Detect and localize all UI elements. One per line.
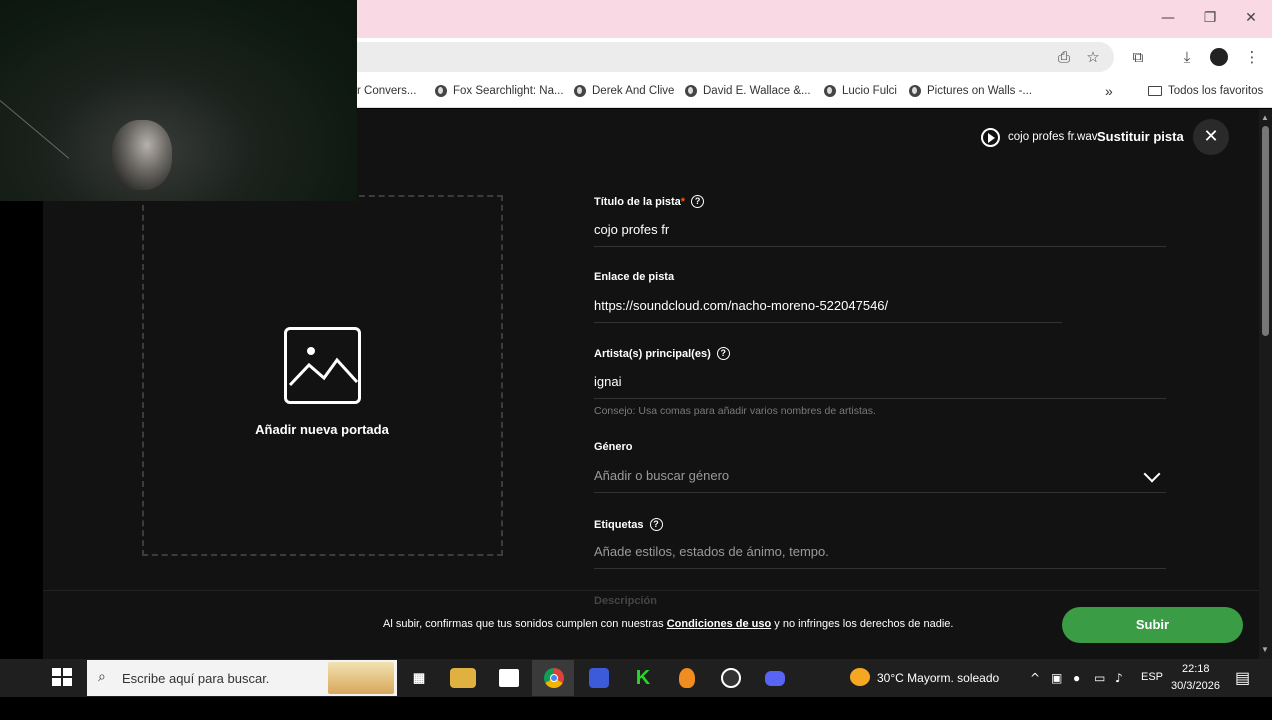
restore-button[interactable]: ❐ [1198,8,1222,28]
tags-input[interactable]: Añade estilos, estados de ánimo, tempo. [594,544,829,559]
bookmark-item[interactable]: Derek And Clive [574,83,674,99]
genre-select[interactable]: Añadir o buscar género [594,468,729,483]
scroll-up-icon[interactable]: ▲ [1261,113,1269,122]
artists-hint: Consejo: Usa comas para añadir varios no… [594,405,876,417]
browser-menu-icon[interactable]: ⋮ [1241,46,1263,68]
volume-icon[interactable]: ♪ [1115,671,1123,685]
weather-icon[interactable] [850,668,870,686]
network-icon[interactable]: ▭ [1094,671,1105,685]
windows-start-icon[interactable] [52,668,74,688]
folder-icon [1148,86,1162,96]
scrollbar-thumb[interactable] [1262,126,1269,336]
genre-label: Género [594,441,633,453]
install-app-icon[interactable]: ⎙ [1053,46,1075,68]
microphone-icon[interactable]: ● [1073,671,1080,685]
add-cover-label[interactable]: Añadir nueva portada [200,422,444,437]
globe-icon [574,85,586,97]
all-bookmarks-folder[interactable]: Todos los favoritos [1148,83,1263,99]
bookmark-item[interactable]: Fox Searchlight: Na... [435,83,564,99]
bookmark-item[interactable]: Pictures on Walls -... [909,83,1032,99]
bookmark-item[interactable]: David E. Wallace &... [685,83,811,99]
meet-icon[interactable]: ▣ [1051,671,1062,685]
clock-date[interactable]: 30/3/2026 [1171,680,1220,692]
tags-label: Etiquetas ? [594,518,663,531]
language-indicator[interactable]: ESP [1141,671,1163,683]
play-icon[interactable] [981,128,1000,147]
replace-track-button[interactable]: Sustituir pista [1097,129,1184,144]
weather-text[interactable]: 30°C Mayorm. soleado [877,671,999,685]
file-explorer-icon[interactable] [450,668,476,688]
bookmark-item[interactable]: r Convers... [357,83,416,99]
help-icon[interactable]: ? [716,347,730,360]
fl-studio-icon[interactable] [672,664,702,692]
globe-icon [909,85,921,97]
profile-avatar[interactable] [1208,46,1230,68]
tags-underline [594,568,1166,569]
terms-text: Al subir, confirmas que tus sonidos cump… [383,618,954,630]
terms-link[interactable]: Condiciones de uso [667,618,772,630]
title-underline [594,246,1166,247]
close-icon[interactable]: ✕ [1193,119,1229,155]
webcam-overlay [0,0,357,201]
obs-icon[interactable] [716,664,746,692]
kick-icon[interactable]: K [628,664,658,692]
chrome-icon[interactable] [539,664,569,692]
address-bar[interactable] [340,42,1114,72]
help-icon[interactable]: ? [691,195,705,208]
screen-bottom-edge [0,697,1272,720]
artists-input[interactable]: ignai [594,374,621,389]
discord-icon[interactable] [760,664,790,692]
app-icon-blue[interactable] [584,664,614,692]
bookmark-star-icon[interactable]: ☆ [1082,46,1104,68]
scroll-down-icon[interactable]: ▼ [1261,645,1269,654]
notifications-icon[interactable]: ▤ [1235,668,1250,688]
clock-time[interactable]: 22:18 [1182,663,1210,675]
track-file-name: cojo profes fr.wav [1008,131,1098,143]
close-window-button[interactable]: ✕ [1239,8,1263,28]
title-input[interactable]: cojo profes fr [594,222,669,237]
search-highlight-image[interactable] [328,662,394,694]
upload-button[interactable]: Subir [1062,607,1243,643]
bookmark-item[interactable]: Lucio Fulci [824,83,897,99]
help-icon[interactable]: ? [649,518,663,531]
title-label: Título de la pista* ? [594,195,705,208]
track-link-input[interactable]: https://soundcloud.com/nacho-moreno-5220… [594,298,888,313]
link-underline [594,322,1062,323]
globe-icon [685,85,697,97]
artists-label: Artista(s) principal(es) ? [594,347,730,360]
downloads-icon[interactable]: ⤓ [1176,46,1198,68]
globe-icon [435,85,447,97]
artists-underline [594,398,1166,399]
tray-overflow-icon[interactable]: ^ [1030,671,1040,685]
left-margin [0,201,43,659]
image-icon [284,327,361,404]
bookmarks-overflow-icon[interactable]: » [1105,83,1113,99]
taskbar-search-placeholder[interactable]: Escribe aquí para buscar. [122,671,269,686]
minimize-button[interactable]: — [1156,8,1180,28]
task-view-icon[interactable]: ▦ [404,664,434,692]
search-icon: ⌕ [98,669,106,685]
store-icon[interactable] [494,664,524,692]
globe-icon [824,85,836,97]
description-label: Descripción [594,595,657,607]
track-link-label: Enlace de pista [594,271,675,283]
genre-underline [594,492,1166,493]
extensions-icon[interactable]: ⧉ [1127,46,1149,68]
